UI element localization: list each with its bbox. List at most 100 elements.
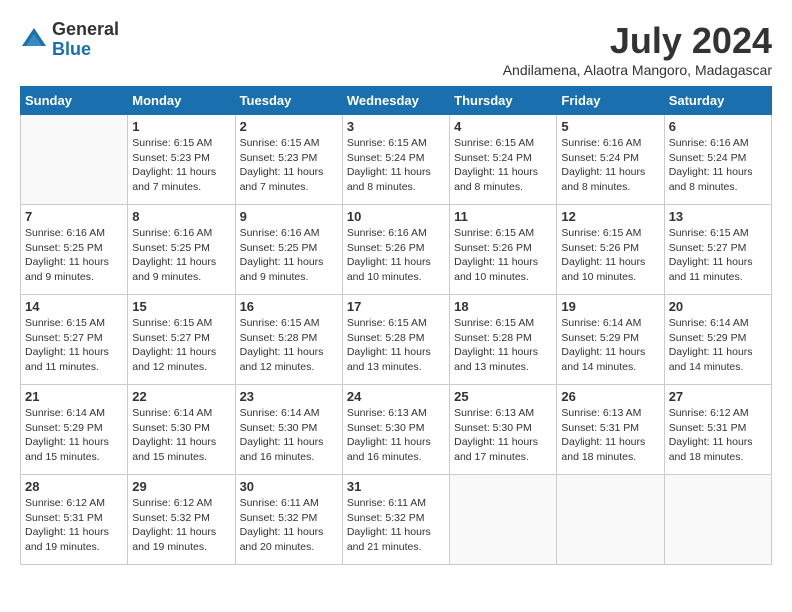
calendar-week-row: 21 Sunrise: 6:14 AM Sunset: 5:29 PM Dayli…	[21, 385, 772, 475]
day-number: 21	[25, 389, 123, 404]
calendar-week-row: 1 Sunrise: 6:15 AM Sunset: 5:23 PM Daylig…	[21, 115, 772, 205]
calendar-day-cell: 3 Sunrise: 6:15 AM Sunset: 5:24 PM Daylig…	[342, 115, 449, 205]
calendar-day-cell: 12Sunrise: 6:15 AM Sunset: 5:26 PM Dayli…	[557, 205, 664, 295]
day-info: Sunrise: 6:13 AM Sunset: 5:30 PM Dayligh…	[454, 406, 552, 465]
calendar-day-cell: 27 Sunrise: 6:12 AM Sunset: 5:31 PM Dayli…	[664, 385, 771, 475]
day-info: Sunrise: 6:16 AM Sunset: 5:25 PM Dayligh…	[240, 226, 338, 285]
calendar-day-cell: 29 Sunrise: 6:12 AM Sunset: 5:32 PM Dayli…	[128, 475, 235, 565]
day-info: Sunrise: 6:15 AM Sunset: 5:23 PM Dayligh…	[240, 136, 338, 195]
calendar-day-cell: 6Sunrise: 6:16 AM Sunset: 5:24 PM Daylig…	[664, 115, 771, 205]
calendar-day-cell: 4Sunrise: 6:15 AM Sunset: 5:24 PM Daylig…	[450, 115, 557, 205]
day-info: Sunrise: 6:15 AM Sunset: 5:27 PM Dayligh…	[132, 316, 230, 375]
title-block: July 2024 Andilamena, Alaotra Mangoro, M…	[503, 20, 772, 78]
day-info: Sunrise: 6:15 AM Sunset: 5:28 PM Dayligh…	[347, 316, 445, 375]
calendar-day-cell: 7 Sunrise: 6:16 AM Sunset: 5:25 PM Daylig…	[21, 205, 128, 295]
day-info: Sunrise: 6:11 AM Sunset: 5:32 PM Dayligh…	[240, 496, 338, 555]
calendar-day-cell: 25 Sunrise: 6:13 AM Sunset: 5:30 PM Dayli…	[450, 385, 557, 475]
day-number: 29	[132, 479, 230, 494]
day-info: Sunrise: 6:15 AM Sunset: 5:24 PM Dayligh…	[347, 136, 445, 195]
calendar-day-cell: 16Sunrise: 6:15 AM Sunset: 5:28 PM Dayli…	[235, 295, 342, 385]
logo: General Blue	[20, 20, 119, 60]
calendar-day-cell: 11 Sunrise: 6:15 AM Sunset: 5:26 PM Dayli…	[450, 205, 557, 295]
calendar-day-cell: 14 Sunrise: 6:15 AM Sunset: 5:27 PM Dayli…	[21, 295, 128, 385]
day-info: Sunrise: 6:15 AM Sunset: 5:28 PM Dayligh…	[240, 316, 338, 375]
logo-general-text: General	[52, 20, 119, 40]
calendar-day-cell: 8 Sunrise: 6:16 AM Sunset: 5:25 PM Daylig…	[128, 205, 235, 295]
day-number: 10	[347, 209, 445, 224]
logo-text: General Blue	[52, 20, 119, 60]
day-info: Sunrise: 6:15 AM Sunset: 5:27 PM Dayligh…	[669, 226, 767, 285]
day-number: 30	[240, 479, 338, 494]
day-info: Sunrise: 6:15 AM Sunset: 5:23 PM Dayligh…	[132, 136, 230, 195]
day-number: 20	[669, 299, 767, 314]
calendar-day-cell: 26Sunrise: 6:13 AM Sunset: 5:31 PM Dayli…	[557, 385, 664, 475]
day-header-wednesday: Wednesday	[342, 87, 449, 115]
day-number: 23	[240, 389, 338, 404]
day-info: Sunrise: 6:15 AM Sunset: 5:28 PM Dayligh…	[454, 316, 552, 375]
calendar-table: SundayMondayTuesdayWednesdayThursdayFrid…	[20, 86, 772, 565]
day-number: 15	[132, 299, 230, 314]
day-number: 2	[240, 119, 338, 134]
day-number: 11	[454, 209, 552, 224]
location-subtitle: Andilamena, Alaotra Mangoro, Madagascar	[503, 62, 772, 78]
day-info: Sunrise: 6:14 AM Sunset: 5:30 PM Dayligh…	[240, 406, 338, 465]
day-number: 17	[347, 299, 445, 314]
day-number: 27	[669, 389, 767, 404]
calendar-day-cell: 5Sunrise: 6:16 AM Sunset: 5:24 PM Daylig…	[557, 115, 664, 205]
day-info: Sunrise: 6:14 AM Sunset: 5:29 PM Dayligh…	[669, 316, 767, 375]
day-info: Sunrise: 6:14 AM Sunset: 5:29 PM Dayligh…	[561, 316, 659, 375]
calendar-day-cell: 1 Sunrise: 6:15 AM Sunset: 5:23 PM Daylig…	[128, 115, 235, 205]
calendar-day-cell: 2 Sunrise: 6:15 AM Sunset: 5:23 PM Daylig…	[235, 115, 342, 205]
day-number: 19	[561, 299, 659, 314]
day-number: 31	[347, 479, 445, 494]
day-info: Sunrise: 6:15 AM Sunset: 5:27 PM Dayligh…	[25, 316, 123, 375]
calendar-day-cell: 17 Sunrise: 6:15 AM Sunset: 5:28 PM Dayli…	[342, 295, 449, 385]
calendar-day-cell	[450, 475, 557, 565]
day-number: 25	[454, 389, 552, 404]
calendar-week-row: 28Sunrise: 6:12 AM Sunset: 5:31 PM Dayli…	[21, 475, 772, 565]
day-header-tuesday: Tuesday	[235, 87, 342, 115]
day-info: Sunrise: 6:14 AM Sunset: 5:30 PM Dayligh…	[132, 406, 230, 465]
calendar-day-cell	[664, 475, 771, 565]
day-header-saturday: Saturday	[664, 87, 771, 115]
calendar-week-row: 7 Sunrise: 6:16 AM Sunset: 5:25 PM Daylig…	[21, 205, 772, 295]
day-info: Sunrise: 6:16 AM Sunset: 5:26 PM Dayligh…	[347, 226, 445, 285]
calendar-day-cell: 21 Sunrise: 6:14 AM Sunset: 5:29 PM Dayli…	[21, 385, 128, 475]
day-info: Sunrise: 6:16 AM Sunset: 5:24 PM Dayligh…	[669, 136, 767, 195]
calendar-day-cell	[21, 115, 128, 205]
day-number: 22	[132, 389, 230, 404]
day-number: 7	[25, 209, 123, 224]
calendar-day-cell: 28Sunrise: 6:12 AM Sunset: 5:31 PM Dayli…	[21, 475, 128, 565]
day-number: 9	[240, 209, 338, 224]
calendar-day-cell: 24Sunrise: 6:13 AM Sunset: 5:30 PM Dayli…	[342, 385, 449, 475]
calendar-day-cell: 18Sunrise: 6:15 AM Sunset: 5:28 PM Dayli…	[450, 295, 557, 385]
calendar-week-row: 14 Sunrise: 6:15 AM Sunset: 5:27 PM Dayli…	[21, 295, 772, 385]
month-year-title: July 2024	[503, 20, 772, 62]
day-number: 24	[347, 389, 445, 404]
calendar-day-cell: 20 Sunrise: 6:14 AM Sunset: 5:29 PM Dayli…	[664, 295, 771, 385]
day-header-sunday: Sunday	[21, 87, 128, 115]
day-number: 5	[561, 119, 659, 134]
day-info: Sunrise: 6:11 AM Sunset: 5:32 PM Dayligh…	[347, 496, 445, 555]
logo-icon	[20, 26, 48, 54]
day-info: Sunrise: 6:15 AM Sunset: 5:26 PM Dayligh…	[561, 226, 659, 285]
day-info: Sunrise: 6:12 AM Sunset: 5:31 PM Dayligh…	[669, 406, 767, 465]
day-number: 3	[347, 119, 445, 134]
day-info: Sunrise: 6:12 AM Sunset: 5:31 PM Dayligh…	[25, 496, 123, 555]
calendar-day-cell: 31 Sunrise: 6:11 AM Sunset: 5:32 PM Dayli…	[342, 475, 449, 565]
day-info: Sunrise: 6:15 AM Sunset: 5:26 PM Dayligh…	[454, 226, 552, 285]
calendar-day-cell: 10 Sunrise: 6:16 AM Sunset: 5:26 PM Dayli…	[342, 205, 449, 295]
day-number: 1	[132, 119, 230, 134]
day-info: Sunrise: 6:12 AM Sunset: 5:32 PM Dayligh…	[132, 496, 230, 555]
calendar-day-cell: 19 Sunrise: 6:14 AM Sunset: 5:29 PM Dayli…	[557, 295, 664, 385]
day-number: 8	[132, 209, 230, 224]
day-number: 14	[25, 299, 123, 314]
day-info: Sunrise: 6:15 AM Sunset: 5:24 PM Dayligh…	[454, 136, 552, 195]
calendar-day-cell	[557, 475, 664, 565]
day-info: Sunrise: 6:16 AM Sunset: 5:25 PM Dayligh…	[25, 226, 123, 285]
day-info: Sunrise: 6:13 AM Sunset: 5:31 PM Dayligh…	[561, 406, 659, 465]
day-info: Sunrise: 6:16 AM Sunset: 5:25 PM Dayligh…	[132, 226, 230, 285]
calendar-day-cell: 30 Sunrise: 6:11 AM Sunset: 5:32 PM Dayli…	[235, 475, 342, 565]
calendar-day-cell: 23 Sunrise: 6:14 AM Sunset: 5:30 PM Dayli…	[235, 385, 342, 475]
day-info: Sunrise: 6:14 AM Sunset: 5:29 PM Dayligh…	[25, 406, 123, 465]
